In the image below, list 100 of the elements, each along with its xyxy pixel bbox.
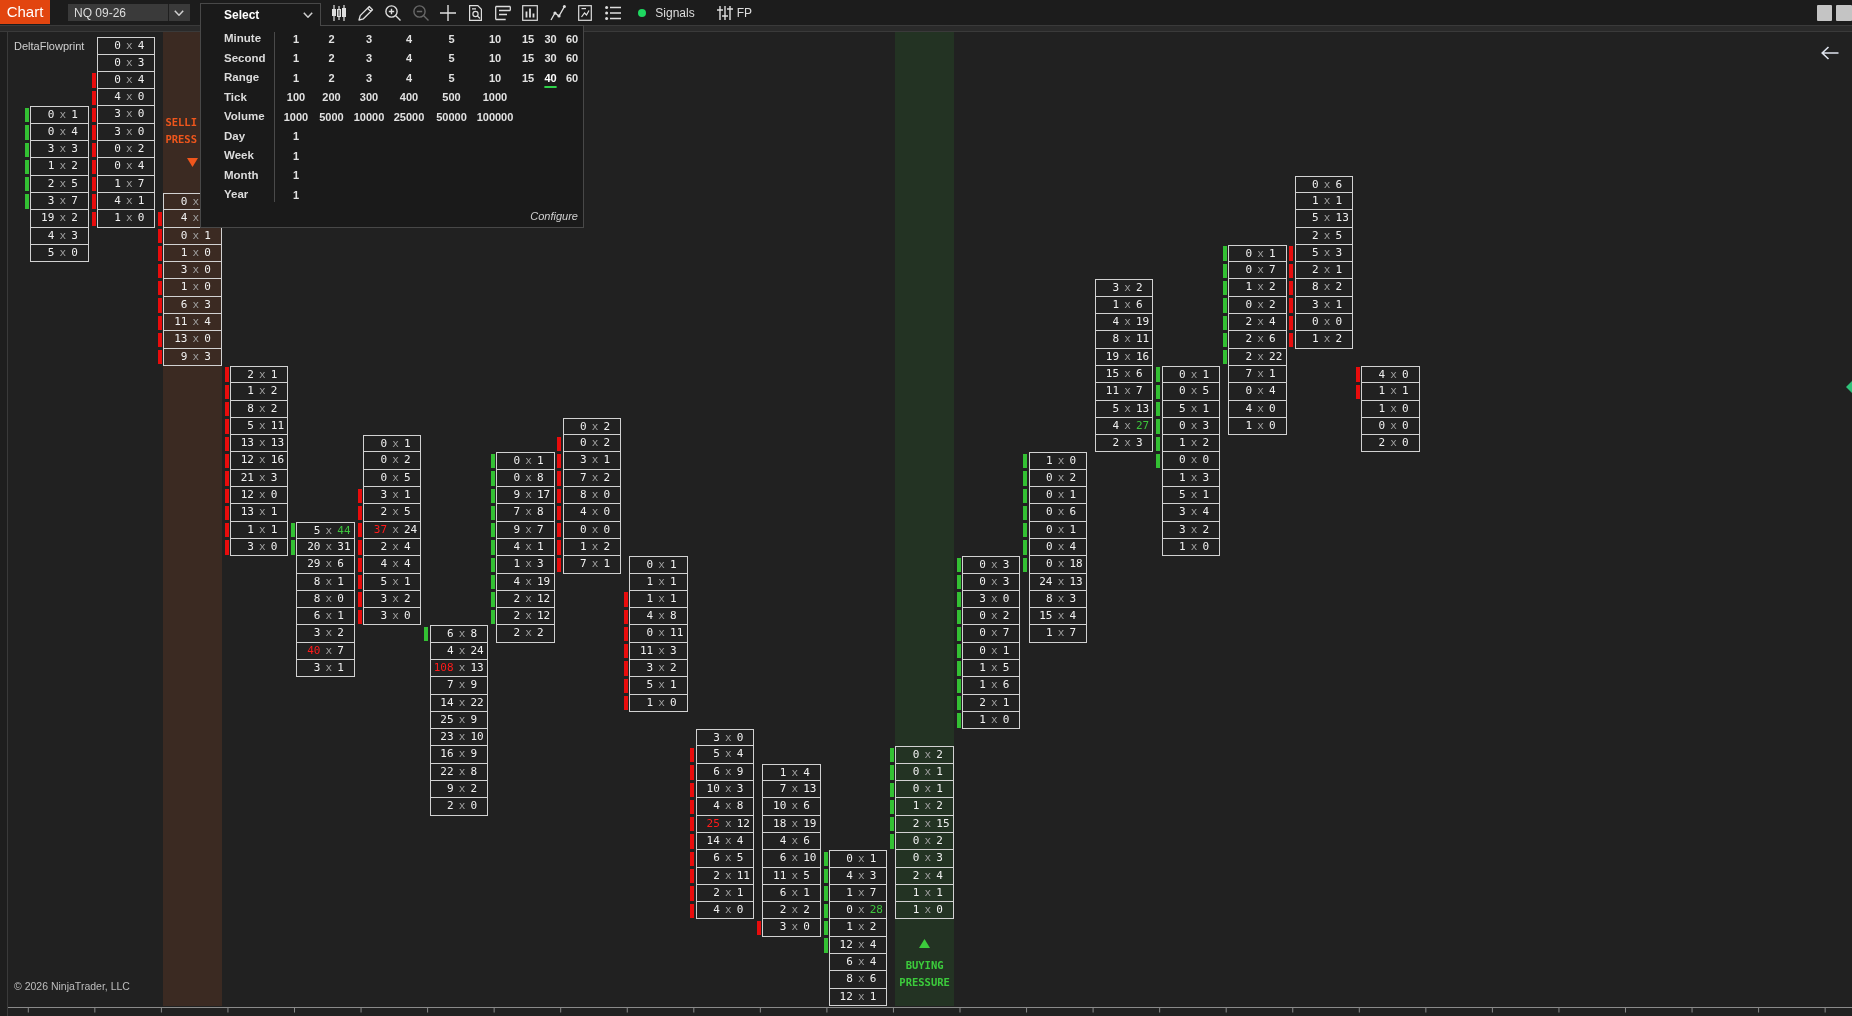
footprint-cell: 3 x 0: [363, 608, 422, 626]
footprint-cell: 0 x 1: [1228, 244, 1287, 263]
document-chart-icon[interactable]: [577, 4, 594, 21]
footprint-cell: 2 x 4: [1228, 314, 1287, 332]
footprint-cell: 8 x 0: [296, 590, 355, 609]
footprint-cell: 4 x 0: [1228, 400, 1287, 418]
footprint-cell: 6 x 8: [429, 625, 488, 643]
period-option[interactable]: 3: [364, 51, 374, 66]
period-option[interactable]: 1: [291, 51, 301, 66]
period-option[interactable]: 1000: [481, 90, 509, 105]
tiles-icon[interactable]: [1817, 5, 1852, 21]
period-option[interactable]: 5: [447, 70, 456, 85]
period-option[interactable]: 1000: [282, 109, 310, 124]
footprint-cell: 0 x 5: [363, 469, 422, 487]
period-select[interactable]: Select: [200, 3, 321, 26]
instrument-select[interactable]: NQ 09-26: [68, 4, 190, 21]
footprint-cell: 5 x 1: [629, 677, 688, 695]
configure-link[interactable]: Configure: [530, 207, 578, 225]
footprint-cell: 3 x 0: [96, 106, 156, 124]
footprint-cell: 2 x 4: [895, 867, 954, 885]
line-chart-icon[interactable]: [549, 4, 566, 21]
period-option[interactable]: 25000: [392, 109, 426, 124]
period-option[interactable]: 500: [441, 90, 462, 105]
triangle-up-icon: [919, 939, 931, 949]
chart-button[interactable]: Chart: [0, 0, 50, 24]
footprint-cell: 4 x 8: [629, 608, 688, 626]
footprint-cell: 3 x 0: [695, 729, 755, 747]
footprint-cell: 4 x 24: [429, 642, 488, 660]
crosshair-icon[interactable]: [440, 4, 457, 21]
period-option[interactable]: 5000: [318, 109, 345, 124]
period-option[interactable]: 60: [564, 70, 580, 85]
period-option[interactable]: 40: [543, 70, 558, 85]
period-option[interactable]: 1: [291, 148, 301, 163]
footprint-cell: 0 x 0: [1161, 452, 1220, 470]
period-option[interactable]: 2: [327, 70, 336, 85]
footprint-cell: 6 x 10: [762, 850, 821, 868]
period-option[interactable]: 1: [291, 187, 301, 202]
footprint-cell: 1 x 1: [1361, 383, 1420, 401]
period-option[interactable]: 1: [291, 31, 301, 46]
footprint-cell: 12 x 1: [828, 988, 888, 1006]
period-label: Range: [223, 70, 261, 86]
period-option[interactable]: 30: [543, 51, 558, 66]
period-option[interactable]: 4: [404, 70, 414, 85]
footprint-cell: 4 x 4: [363, 556, 422, 574]
period-option[interactable]: 5: [447, 31, 456, 46]
period-option[interactable]: 300: [358, 90, 380, 105]
period-option[interactable]: 100: [285, 90, 307, 105]
period-option[interactable]: 4: [404, 51, 414, 66]
footprint-cell: 1 x 2: [562, 538, 622, 557]
document-search-icon[interactable]: [467, 4, 484, 21]
period-option[interactable]: 10: [487, 70, 503, 85]
fp-button[interactable]: FP: [716, 3, 752, 22]
footprint-cell: 29 x 6: [296, 556, 355, 574]
period-option[interactable]: 2: [327, 31, 336, 46]
footprint-cell: 2 x 5: [1294, 227, 1354, 245]
period-option[interactable]: 4: [404, 31, 414, 46]
period-option[interactable]: 10: [487, 31, 503, 46]
period-option[interactable]: 15: [520, 31, 536, 46]
period-option[interactable]: 400: [398, 90, 420, 105]
footprint-cell: 25 x 12: [695, 815, 755, 833]
footprint-cell: 4 x: [163, 210, 200, 228]
period-option[interactable]: 1: [291, 70, 301, 85]
back-arrow-icon[interactable]: [1821, 46, 1839, 60]
period-option[interactable]: 3: [364, 31, 374, 46]
period-option[interactable]: 1: [291, 129, 301, 144]
signals-button[interactable]: Signals: [638, 3, 695, 22]
panel-lines-icon[interactable]: [495, 4, 512, 21]
period-option[interactable]: 100000: [475, 109, 515, 124]
footprint-cell: 0 x 7: [961, 625, 1021, 643]
footprint-cell: 2 x 4: [363, 538, 422, 557]
period-option[interactable]: 10: [487, 51, 503, 66]
period-option[interactable]: 1: [291, 168, 301, 183]
footprint-cell: 1 x 0: [163, 244, 222, 263]
footprint-cell: 1 x 2: [1294, 331, 1354, 349]
footprint-cell: 0 x 5: [1161, 383, 1220, 401]
period-option[interactable]: 2: [327, 51, 336, 66]
zoom-in-icon[interactable]: [385, 4, 402, 21]
footprint-cell: 3 x 0: [163, 262, 222, 280]
footprint-cell: 5 x 11: [229, 417, 289, 436]
period-option[interactable]: 5: [447, 51, 456, 66]
period-option[interactable]: 30: [543, 31, 558, 46]
footprint-cell: 7 x 9: [429, 677, 488, 695]
period-option[interactable]: 10000: [352, 109, 386, 124]
bar-chart-icon[interactable]: [522, 4, 539, 21]
candlestick-icon[interactable]: [330, 4, 347, 21]
footprint-cell: 2 x 1: [1294, 262, 1354, 280]
footprint-cell: 13 x 1: [229, 504, 289, 522]
period-option[interactable]: 50000: [435, 109, 468, 124]
period-option[interactable]: 15: [520, 51, 536, 66]
footprint-cell: 1 x 0: [1161, 538, 1220, 557]
list-icon[interactable]: [604, 4, 621, 21]
footprint-cell: 21 x 3: [229, 469, 289, 487]
period-option[interactable]: 200: [321, 90, 342, 105]
pencil-icon[interactable]: [358, 4, 375, 21]
period-option[interactable]: 60: [564, 31, 580, 46]
period-option[interactable]: 3: [364, 70, 374, 85]
footprint-cell: 2 x 6: [1228, 331, 1287, 349]
period-option[interactable]: 15: [520, 70, 536, 85]
footprint-cell: 3 x 0: [229, 538, 289, 557]
period-option[interactable]: 60: [564, 51, 580, 66]
